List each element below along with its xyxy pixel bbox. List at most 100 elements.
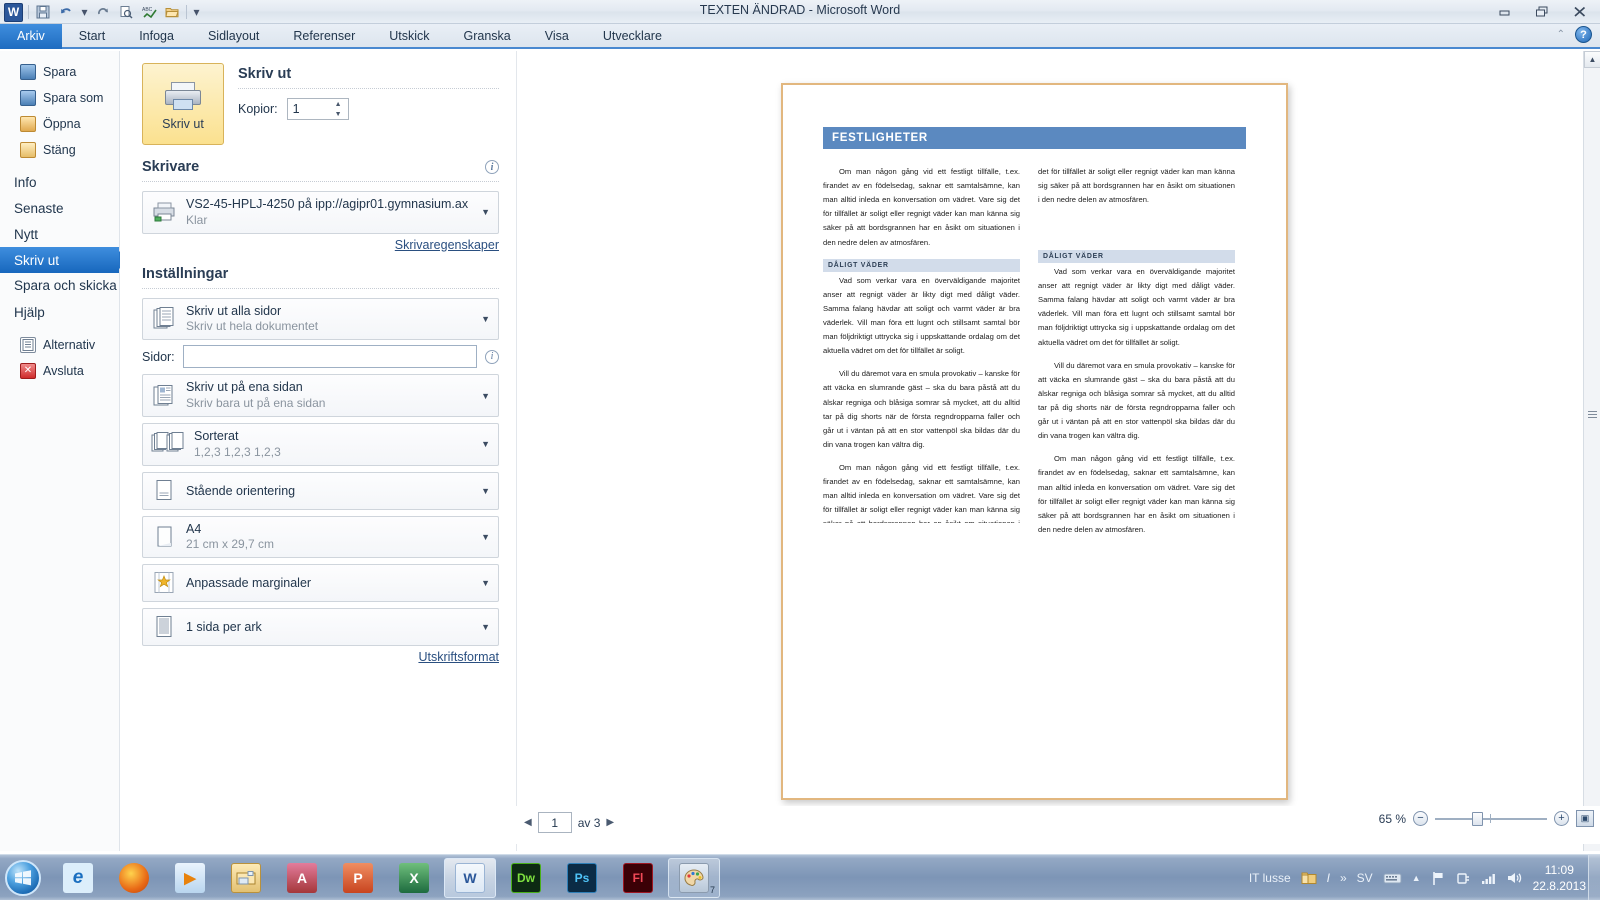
taskbar-media-player[interactable]: ▶ bbox=[164, 858, 216, 898]
taskbar-paint[interactable]: 7 bbox=[668, 857, 720, 898]
chevron-down-icon[interactable]: ▼ bbox=[481, 622, 490, 632]
chevron-down-icon[interactable]: ▼ bbox=[481, 439, 490, 449]
action-center-flag-icon[interactable] bbox=[1431, 871, 1446, 886]
pages-per-sheet-select[interactable]: 1 sida per ark ▼ bbox=[142, 608, 499, 647]
sidebar-item-oppna[interactable]: Öppna bbox=[0, 111, 119, 137]
sidebar-item-alternativ[interactable]: Alternativ bbox=[0, 332, 119, 358]
zoom-out-button[interactable]: − bbox=[1413, 811, 1428, 826]
show-hidden-icons-icon[interactable]: ▲ bbox=[1412, 873, 1421, 883]
sidebar-item-hjalp[interactable]: Hjälp bbox=[0, 300, 119, 326]
collate-text: Sorterat 1,2,3 1,2,3 1,2,3 bbox=[194, 429, 472, 460]
document-page-preview[interactable]: FESTLIGHETER Om man någon gång vid ett f… bbox=[781, 83, 1288, 800]
chevron-down-icon[interactable]: ▼ bbox=[481, 391, 490, 401]
paper-size-select[interactable]: A4 21 cm x 29,7 cm ▼ bbox=[142, 515, 499, 559]
keyboard-icon[interactable] bbox=[1383, 872, 1402, 885]
tab-referenser[interactable]: Referenser bbox=[276, 24, 372, 49]
fit-page-button[interactable]: ▣ bbox=[1576, 810, 1594, 827]
sidebar-item-avsluta[interactable]: ✕ Avsluta bbox=[0, 358, 119, 384]
clock[interactable]: 11:09 22.8.2013 bbox=[1533, 862, 1586, 894]
scroll-up-button[interactable]: ▲ bbox=[1584, 51, 1600, 68]
copies-input[interactable] bbox=[287, 99, 328, 119]
collate-main: Sorterat bbox=[194, 428, 239, 443]
print-button[interactable]: Skriv ut bbox=[142, 63, 224, 145]
options-icon bbox=[20, 336, 36, 353]
tray-overflow-icon[interactable]: » bbox=[1340, 871, 1347, 885]
tab-infoga[interactable]: Infoga bbox=[122, 24, 191, 49]
page-number-input[interactable] bbox=[537, 812, 572, 833]
sidebar-item-senaste[interactable]: Senaste bbox=[0, 195, 119, 221]
sidebar-item-spara-och-skicka[interactable]: Spara och skicka bbox=[0, 273, 119, 300]
close-button[interactable] bbox=[1566, 2, 1594, 21]
tab-utvecklare[interactable]: Utvecklare bbox=[586, 24, 679, 49]
printer-section-title: Skrivare bbox=[142, 159, 200, 175]
taskbar-photoshop[interactable]: Ps bbox=[556, 858, 608, 898]
printer-info-icon[interactable]: i bbox=[485, 160, 499, 174]
tab-visa[interactable]: Visa bbox=[528, 24, 586, 49]
tab-start[interactable]: Start bbox=[62, 24, 122, 49]
taskbar-dreamweaver[interactable]: Dw bbox=[500, 858, 552, 898]
chevron-down-icon[interactable]: ▼ bbox=[481, 578, 490, 588]
network-signal-icon[interactable] bbox=[1481, 872, 1497, 885]
zoom-in-button[interactable]: + bbox=[1554, 811, 1569, 826]
paper-size-text: A4 21 cm x 29,7 cm bbox=[186, 522, 472, 553]
tab-granska[interactable]: Granska bbox=[447, 24, 528, 49]
zoom-slider[interactable] bbox=[1435, 811, 1547, 826]
scrollbar-grip[interactable] bbox=[1588, 411, 1597, 420]
tray-folder-icon[interactable] bbox=[1301, 871, 1317, 885]
zoom-percent-label[interactable]: 65 % bbox=[1379, 812, 1406, 826]
collate-select[interactable]: Sorterat 1,2,3 1,2,3 1,2,3 ▼ bbox=[142, 422, 499, 466]
sidebar-item-info[interactable]: Info bbox=[0, 169, 119, 195]
sidebar-item-stang[interactable]: Stäng bbox=[0, 137, 119, 163]
sidebar-item-nytt[interactable]: Nytt bbox=[0, 221, 119, 247]
sidebar-item-label: Öppna bbox=[43, 117, 81, 131]
clock-time: 11:09 bbox=[1544, 862, 1574, 877]
chevron-down-icon[interactable]: ▼ bbox=[481, 486, 490, 496]
taskbar-word[interactable]: W bbox=[444, 857, 496, 898]
sidebar-item-label: Alternativ bbox=[43, 337, 96, 352]
print-sides-select[interactable]: Skriv ut på ena sidan Skriv bara ut på e… bbox=[142, 374, 499, 417]
sidebar-item-spara-som[interactable]: Spara som bbox=[0, 85, 119, 111]
tray-language-indicator[interactable]: SV bbox=[1357, 871, 1373, 885]
taskbar-flash[interactable]: Fl bbox=[612, 858, 664, 898]
orientation-select[interactable]: Stående orientering ▼ bbox=[142, 471, 499, 510]
taskbar-access[interactable]: A bbox=[276, 858, 328, 898]
page-setup-link[interactable]: Utskriftsformat bbox=[142, 650, 499, 664]
pages-info-icon[interactable]: i bbox=[485, 349, 499, 364]
help-icon[interactable]: ? bbox=[1575, 26, 1592, 43]
preview-scrollbar[interactable]: ▲ bbox=[1583, 51, 1600, 851]
tab-utskick[interactable]: Utskick bbox=[372, 24, 446, 49]
taskbar-internet-explorer[interactable]: e bbox=[52, 858, 104, 898]
sidebar-item-spara[interactable]: Spara bbox=[0, 59, 119, 85]
restore-button[interactable] bbox=[1528, 2, 1556, 21]
volume-icon[interactable] bbox=[1507, 871, 1523, 885]
tab-sidlayout[interactable]: Sidlayout bbox=[191, 24, 276, 49]
sidebar-item-label: Avsluta bbox=[43, 363, 84, 378]
pages-input[interactable] bbox=[182, 345, 477, 369]
taskbar-powerpoint[interactable]: P bbox=[332, 858, 384, 898]
taskbar-excel[interactable]: X bbox=[388, 858, 440, 898]
tray-info-icon[interactable]: I bbox=[1327, 871, 1330, 885]
chevron-down-icon[interactable]: ▼ bbox=[481, 207, 490, 217]
power-plug-icon[interactable] bbox=[1456, 871, 1471, 886]
print-range-select[interactable]: Skriv ut alla sidor Skriv ut hela dokume… bbox=[142, 297, 499, 341]
chevron-down-icon[interactable]: ▼ bbox=[481, 532, 490, 542]
collapse-ribbon-icon[interactable]: ⌃ bbox=[1557, 29, 1565, 40]
printer-properties-link[interactable]: Skrivaregenskaper bbox=[142, 238, 499, 252]
show-desktop-button[interactable] bbox=[1588, 855, 1600, 900]
copies-stepper[interactable]: ▲▼ bbox=[286, 98, 349, 120]
chevron-down-icon[interactable]: ▼ bbox=[481, 314, 490, 324]
sidebar-item-skriv-ut[interactable]: Skriv ut bbox=[0, 247, 119, 273]
settings-section-header: Inställningar bbox=[142, 266, 499, 282]
word-print-backstage: W ▾ ABC ▾ TEXTEN ÄNDRAD - Microsoft Word… bbox=[0, 0, 1600, 900]
start-button[interactable] bbox=[0, 856, 46, 900]
zoom-slider-thumb[interactable] bbox=[1472, 811, 1483, 826]
prev-page-button[interactable]: ◀ bbox=[524, 817, 532, 828]
next-page-button[interactable]: ▶ bbox=[606, 817, 614, 828]
printer-select[interactable]: VS2-45-HPLJ-4250 på ipp://agipr01.gymnas… bbox=[142, 191, 499, 234]
taskbar-firefox[interactable] bbox=[108, 858, 160, 898]
margins-select[interactable]: Anpassade marginaler ▼ bbox=[142, 564, 499, 603]
minimize-button[interactable] bbox=[1490, 2, 1518, 21]
taskbar-file-explorer[interactable] bbox=[220, 858, 272, 898]
copies-spin-arrows[interactable]: ▲ ▼ bbox=[332, 100, 345, 119]
tab-arkiv[interactable]: Arkiv bbox=[0, 24, 62, 49]
